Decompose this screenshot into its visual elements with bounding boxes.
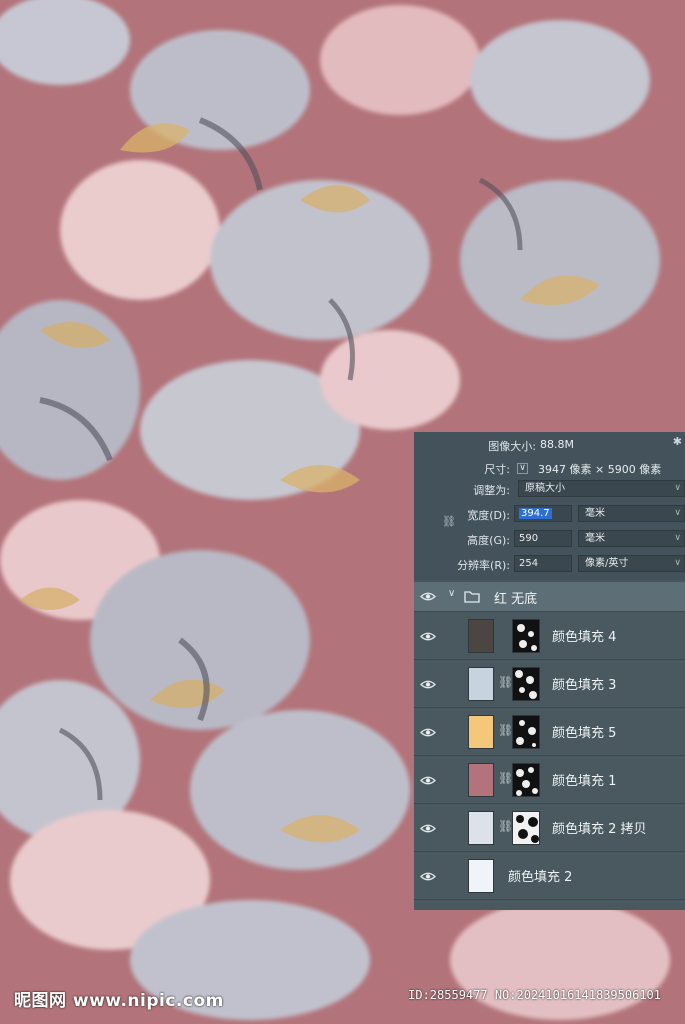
layers-panel: ∨ 红 无底 颜色填充 4 ⛓ 颜色填充 3 ⛓ 颜色填充 5 ⛓ 颜色填充 1… <box>414 582 685 910</box>
layer-group[interactable]: ∨ 红 无底 <box>414 582 685 612</box>
resolution-label: 分辨率(R): <box>457 559 510 572</box>
layer-name: 颜色填充 4 <box>552 630 617 645</box>
layer-row[interactable]: 颜色填充 2 <box>414 852 685 900</box>
fit-to-select[interactable]: 原稿大小 ∨ <box>518 480 685 497</box>
eye-icon[interactable] <box>420 871 436 882</box>
layer-mask-thumbnail[interactable] <box>512 715 540 749</box>
link-icon[interactable]: ⛓ <box>498 675 513 689</box>
color-swatch[interactable] <box>468 763 494 797</box>
chevron-down-icon: ∨ <box>674 558 681 568</box>
width-input[interactable]: 394.7 <box>514 505 572 522</box>
width-label: 宽度(D): <box>467 509 510 522</box>
layer-mask-thumbnail[interactable] <box>512 763 540 797</box>
layer-row[interactable]: ⛓ 颜色填充 1 <box>414 756 685 804</box>
layer-name: 颜色填充 5 <box>552 726 617 741</box>
folder-icon <box>464 591 480 603</box>
layer-mask-thumbnail[interactable] <box>512 667 540 701</box>
height-unit-select[interactable]: 毫米 ∨ <box>578 530 685 547</box>
eye-icon[interactable] <box>420 823 436 834</box>
color-swatch[interactable] <box>468 859 494 893</box>
eye-icon[interactable] <box>420 631 436 642</box>
dimensions-label: 尺寸: <box>484 463 510 476</box>
resolution-unit-select[interactable]: 像素/英寸 ∨ <box>578 555 685 572</box>
color-swatch[interactable] <box>468 667 494 701</box>
link-icon[interactable]: ⛓ <box>498 771 513 785</box>
layer-name: 颜色填充 3 <box>552 678 617 693</box>
resolution-input[interactable]: 254 <box>514 555 572 572</box>
eye-icon[interactable] <box>420 775 436 786</box>
color-swatch[interactable] <box>468 811 494 845</box>
group-name: 红 无底 <box>494 592 538 607</box>
gear-icon[interactable]: ✱ <box>673 435 682 448</box>
layer-mask-thumbnail[interactable] <box>512 811 540 845</box>
layer-row[interactable]: 颜色填充 4 <box>414 612 685 660</box>
chevron-down-icon: ∨ <box>674 508 681 518</box>
link-icon[interactable]: ⛓ <box>498 723 513 737</box>
watermark-id: ID:28559477 NO:20241016141839506101 <box>408 988 661 1002</box>
eye-icon[interactable] <box>420 679 436 690</box>
photoshop-panel: 图像大小: 88.8M ✱ 尺寸: ∨ 3947 像素 × 5900 像素 调整… <box>414 432 685 910</box>
image-size-label: 图像大小: <box>488 440 536 453</box>
chevron-down-icon: ∨ <box>674 533 681 543</box>
layer-name: 颜色填充 2 拷贝 <box>552 822 647 837</box>
height-input[interactable]: 590 <box>514 530 572 547</box>
layer-name: 颜色填充 1 <box>552 774 617 789</box>
layer-name: 颜色填充 2 <box>508 870 573 885</box>
chevron-down-icon[interactable]: ∨ <box>448 588 455 599</box>
eye-icon[interactable] <box>420 591 436 602</box>
dimensions-value: 3947 像素 × 5900 像素 <box>538 463 662 476</box>
layer-row[interactable]: ⛓ 颜色填充 2 拷贝 <box>414 804 685 852</box>
color-swatch[interactable] <box>468 715 494 749</box>
layer-row[interactable]: ⛓ 颜色填充 3 <box>414 660 685 708</box>
watermark-logo: 昵图网 www.nipic.com <box>14 991 224 1011</box>
layer-mask-thumbnail[interactable] <box>512 619 540 653</box>
eye-icon[interactable] <box>420 727 436 738</box>
link-icon[interactable]: ⛓ <box>498 819 513 833</box>
height-label: 高度(G): <box>467 534 510 547</box>
image-size-value: 88.8M <box>540 438 574 451</box>
color-swatch[interactable] <box>468 619 494 653</box>
image-size-dialog: 图像大小: 88.8M ✱ 尺寸: ∨ 3947 像素 × 5900 像素 调整… <box>414 432 685 580</box>
chevron-down-icon: ∨ <box>674 483 681 493</box>
width-unit-select[interactable]: 毫米 ∨ <box>578 505 685 522</box>
layer-row[interactable]: ⛓ 颜色填充 5 <box>414 708 685 756</box>
dimensions-chevron-icon[interactable]: ∨ <box>517 463 528 474</box>
fit-to-label: 调整为: <box>473 484 510 497</box>
